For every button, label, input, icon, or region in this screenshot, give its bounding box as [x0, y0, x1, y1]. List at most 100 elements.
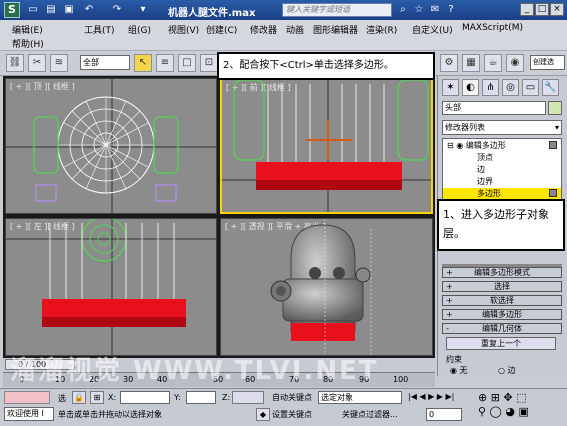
search-icon[interactable]: ⌕ — [396, 3, 410, 17]
modify-tab-icon[interactable]: ◐ — [462, 79, 479, 96]
minimize-button[interactable]: _ — [520, 3, 534, 16]
maxscript-listener[interactable] — [4, 391, 50, 404]
create-tab-icon[interactable]: ✶ — [442, 79, 459, 96]
viewport-top[interactable]: [ + ][ 顶 ][ 线框 ] — [5, 78, 217, 214]
render-setup-icon[interactable]: ⚙ — [440, 54, 458, 72]
search-input[interactable]: 键入关键字或短语 — [282, 3, 392, 17]
viewport-top-geometry — [6, 79, 216, 213]
close-button[interactable]: × — [550, 3, 564, 16]
maximize-button[interactable]: □ — [535, 3, 549, 16]
rollout-edit-polygons[interactable]: + 编辑多边形 — [442, 309, 562, 320]
subscription-icon[interactable]: ☆ — [412, 3, 426, 17]
select-link-icon[interactable]: ⛓ — [6, 54, 24, 72]
set-key-button[interactable]: 设置关键点 — [272, 409, 312, 420]
menu-modifiers[interactable]: 修改器 — [250, 23, 277, 36]
help-icon[interactable]: ? — [444, 3, 458, 17]
menu-graph-editors[interactable]: 图形编辑器 — [313, 23, 358, 36]
window-title: 机器人腿文件.max — [168, 8, 256, 19]
menu-animation[interactable]: 动画 — [286, 23, 304, 36]
absolute-mode-icon[interactable]: ⊞ — [90, 391, 104, 404]
bind-space-warp-icon[interactable]: ≋ — [50, 54, 68, 72]
rectangular-selection-icon[interactable]: □ — [178, 54, 196, 72]
redo-icon[interactable]: ↷ — [110, 3, 124, 17]
project-folder-icon[interactable]: ▾ — [136, 3, 150, 17]
render-frame-icon[interactable]: ▦ — [462, 54, 480, 72]
stack-item-polygon[interactable]: 多边形 — [443, 188, 561, 199]
rollout-label: 编辑几何体 — [482, 324, 522, 333]
viewport-left[interactable]: [ + ][ 左 ][ 线框 ] — [5, 218, 217, 356]
rollout-sign: - — [446, 324, 449, 333]
display-tab-icon[interactable]: ▭ — [522, 79, 539, 96]
open-file-icon[interactable]: ▤ — [44, 3, 58, 17]
modifier-list-dropdown[interactable]: 修改器列表 ▾ — [442, 120, 562, 135]
utilities-tab-icon[interactable]: 🔧 — [542, 79, 559, 96]
new-file-icon[interactable]: ▭ — [26, 3, 40, 17]
playback-controls[interactable]: |◀ ◀ ▶ ▶ ▶| — [408, 391, 470, 404]
rollout-edit-geometry[interactable]: - 编辑几何体 — [442, 323, 562, 334]
viewport-navigation-controls[interactable]: ⊕ ⊞ ✥ ⬚ ⚲ ◯ ◕ ▣ — [478, 391, 564, 423]
communication-icon[interactable]: ✉ — [428, 3, 442, 17]
object-color-swatch[interactable] — [548, 101, 562, 115]
tick-100: 100 — [393, 375, 409, 384]
material-editor-icon[interactable]: ◉ — [506, 54, 524, 72]
unlink-icon[interactable]: ✂ — [28, 54, 46, 72]
rollout-label: 软选择 — [490, 296, 514, 305]
rollout-soft-selection[interactable]: + 软选择 — [442, 295, 562, 306]
window-crossing-icon[interactable]: ⊡ — [200, 54, 218, 72]
motion-tab-icon[interactable]: ◎ — [502, 79, 519, 96]
rollout-edit-poly-mode[interactable]: + 编辑多边形模式 — [442, 267, 562, 278]
menu-tools[interactable]: 工具(T) — [84, 23, 115, 36]
constraints-label: 约束 — [446, 355, 462, 364]
stack-item-vertex[interactable]: 顶点 — [443, 152, 561, 163]
viewport-front[interactable]: [ + ][ 前 ][ 线框 ] — [220, 78, 433, 214]
menu-create[interactable]: 创建(C) — [206, 23, 237, 36]
render-icon[interactable]: ☕ — [484, 54, 502, 72]
current-frame-field[interactable]: 0 — [426, 408, 462, 421]
menu-customize[interactable]: 自定义(U) — [412, 23, 453, 36]
auto-key-button[interactable]: 自动关键点 — [272, 392, 312, 403]
status-prompt: 单击或单击并拖动以选择对象 — [58, 410, 162, 419]
select-object-icon[interactable]: ↖ — [134, 54, 152, 72]
radio-none-label: 无 — [459, 366, 468, 375]
selection-set-dropdown[interactable]: 选定对象 — [318, 391, 402, 404]
callout-step2: 2、配合按下<Ctrl>单击选择多边形。 — [217, 52, 435, 80]
menu-edit[interactable]: 编辑(E) — [12, 23, 43, 36]
radio-edge-label: 边 — [507, 366, 516, 375]
z-label: Z: — [222, 393, 231, 402]
add-time-tag-icon[interactable]: ◆ — [256, 408, 270, 421]
save-file-icon[interactable]: ▣ — [62, 3, 76, 17]
repeat-last-button[interactable]: 重复上一个 — [446, 337, 556, 350]
viewport-perspective[interactable]: [ + ][ 透视 ][ 平滑 + 高光 ] — [220, 218, 433, 356]
rollout-sign: + — [446, 268, 453, 277]
stack-item-edit-poly[interactable]: ⊟ ◉ 编辑多边形 — [443, 140, 561, 151]
select-by-name-icon[interactable]: ≡ — [156, 54, 174, 72]
menu-maxscript[interactable]: MAXScript(M) — [462, 23, 523, 33]
rollout-sign: + — [446, 296, 453, 305]
key-filters-button[interactable]: 关键点过滤器... — [342, 409, 398, 420]
rollout-selection[interactable]: + 选择 — [442, 281, 562, 292]
rollout-label: 编辑多边形 — [482, 310, 522, 319]
menu-rendering[interactable]: 渲染(R) — [366, 23, 397, 36]
lock-selection-icon[interactable]: 🔒 — [72, 391, 86, 404]
radio-none[interactable]: ◉ 无 — [450, 365, 468, 376]
stack-item-border[interactable]: 边界 — [443, 176, 561, 187]
rollout-label: 编辑多边形模式 — [474, 268, 530, 277]
stack-item-edge[interactable]: 边 — [443, 164, 561, 175]
hierarchy-tab-icon[interactable]: ⋔ — [482, 79, 499, 96]
grid-value-field[interactable] — [232, 391, 264, 404]
menu-views[interactable]: 视图(V) — [168, 23, 199, 36]
menu-help[interactable]: 帮助(H) — [12, 37, 44, 50]
x-coordinate-field[interactable] — [120, 391, 170, 404]
undo-icon[interactable]: ↶ — [82, 3, 96, 17]
viewport-left-geometry — [6, 219, 216, 355]
menu-group[interactable]: 组(G) — [128, 23, 151, 36]
selection-filter-dropdown[interactable]: 全部 — [80, 55, 130, 70]
y-coordinate-field[interactable] — [186, 391, 216, 404]
object-name-field[interactable]: 头部 — [442, 101, 546, 115]
viewport-area: [ + ][ 顶 ][ 线框 ] [ + ][ 前 ][ 线框 ] [+][… — [3, 76, 435, 358]
named-selection-sets[interactable]: 创建选 — [530, 55, 565, 70]
rollout-sign: + — [446, 282, 453, 291]
app-logo-icon[interactable]: S — [4, 2, 20, 18]
selection-count: 选 — [58, 394, 66, 403]
radio-edge[interactable]: ○ 边 — [498, 365, 516, 376]
